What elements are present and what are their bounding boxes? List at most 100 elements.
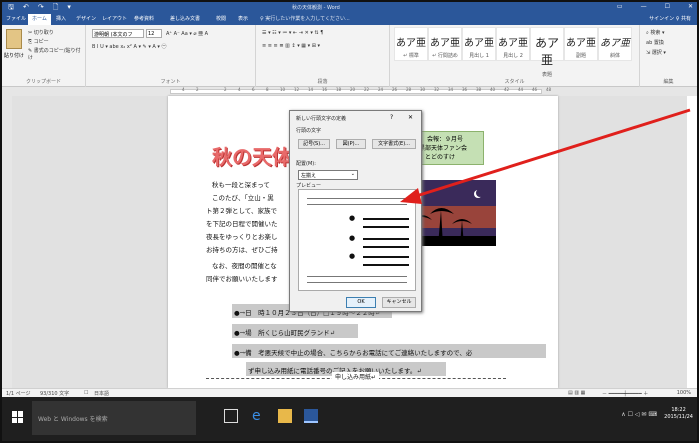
symbol-button[interactable]: 記号(S)... — [298, 139, 330, 149]
moon-shadow — [476, 189, 484, 197]
cut-button[interactable]: ✂ 切り取り — [28, 29, 54, 36]
style-emphasis[interactable]: あア亜 斜体 — [598, 27, 632, 61]
format-painter-button[interactable]: ✎ 書式のコピー/貼り付け — [28, 47, 85, 61]
font-tools-row2[interactable]: B I U ▾ abe x₂ x² A ▾ ✎ ▾ A ▾ ㊀ — [92, 43, 167, 50]
style-no-spacing[interactable]: あア亜 ↵ 行間詰め — [428, 27, 462, 61]
ruler-number: 10 — [280, 87, 286, 92]
status-bar: 1/1 ページ 93/310 文字 ☐ 日本語 ▤ ▥ ▦ － ━━━━━┿━━… — [2, 388, 697, 397]
view-buttons[interactable]: ▤ ▥ ▦ — [568, 390, 585, 396]
tab-home[interactable]: ホーム — [28, 14, 51, 25]
close-window-icon[interactable]: ✕ — [688, 3, 693, 10]
task-view-icon[interactable] — [224, 409, 238, 423]
style-name: 見出し 2 — [503, 53, 523, 59]
font-name-box[interactable]: 游明朝 (本文のフ — [92, 29, 144, 38]
preview-line — [307, 204, 407, 205]
word-count[interactable]: 93/310 文字 — [40, 390, 69, 397]
tell-me-box[interactable]: ♀ 実行したい作業を入力してください... — [260, 15, 350, 22]
account-share[interactable]: サインイン ♀ 共有 — [649, 15, 691, 22]
paste-label[interactable]: 貼り付け — [4, 52, 24, 59]
font-group: 游明朝 (本文のフ 12 A⁺ A⁻ Aa ▾ ⌀ 亜 A B I U ▾ ab… — [86, 25, 256, 87]
body-line: 同伴でお願いいたします — [206, 275, 278, 283]
paragraph-tools-row2[interactable]: ≡ ≡ ≡ ≣ ▥ ↕ ▾ ▦ ▾ ⊞ ▾ — [262, 43, 320, 49]
tab-file[interactable]: ファイル — [6, 15, 26, 22]
ruler-number: 18 — [336, 87, 342, 92]
ruler-number: 6 — [252, 87, 255, 92]
tab-view[interactable]: 表示 — [238, 15, 248, 22]
ruler-number: 12 — [294, 87, 300, 92]
style-name: 斜体 — [609, 53, 620, 59]
tab-insert[interactable]: 挿入 — [56, 15, 66, 22]
ruler-number: 16 — [322, 87, 328, 92]
ruler-number: 36 — [462, 87, 468, 92]
select-button[interactable]: ⇲ 選択 ▾ — [646, 49, 666, 56]
zoom-level[interactable]: 100% — [677, 390, 691, 396]
edge-browser-icon[interactable]: e — [252, 409, 266, 423]
ruler-number: 30 — [420, 87, 426, 92]
alignment-select[interactable]: 左揃え ⌄ — [298, 170, 358, 180]
replace-button[interactable]: ab 置換 — [646, 39, 664, 46]
help-icon[interactable]: ? — [390, 114, 393, 121]
ruler-number: 34 — [448, 87, 454, 92]
preview-label: プレビュー — [296, 183, 322, 189]
tab-mailings[interactable]: 差し込み文書 — [170, 15, 200, 22]
document-title: 秋の天体 — [212, 145, 292, 169]
body-line: このたび、「立山・黒 — [212, 194, 274, 202]
close-icon[interactable]: ✕ — [408, 114, 413, 121]
paste-icon[interactable] — [6, 29, 22, 49]
font-format-button[interactable]: 文字書式(E)... — [372, 139, 416, 149]
ruler-number: 40 — [490, 87, 496, 92]
tab-references[interactable]: 参考資料 — [134, 15, 154, 22]
style-sample: あア亜 — [464, 38, 494, 49]
system-clock[interactable]: 18:22 2015/11/24 — [664, 407, 693, 421]
cancel-button[interactable]: キャンセル — [382, 297, 416, 308]
paragraph-tools-row1[interactable]: ☰ ▾ ☷ ▾ ≔ ▾ ⇤ ⇥ ✕ ▾ ⇅ ¶ — [262, 30, 323, 36]
preview-bullet-line — [363, 218, 409, 220]
zoom-slider[interactable]: － ━━━━━┿━━━━━ ＋ — [602, 390, 648, 397]
ok-button[interactable]: OK — [346, 297, 376, 308]
preview-box: ● ● ● — [298, 189, 416, 291]
window-title: 秋の天体観測 - Word — [292, 5, 340, 11]
file-explorer-icon[interactable] — [278, 409, 292, 423]
maximize-icon[interactable]: ☐ — [665, 3, 670, 10]
tab-layout[interactable]: レイアウト — [102, 15, 127, 22]
style-sample: あア亜 — [566, 38, 596, 49]
find-button[interactable]: ⌕ 検索 ▾ — [646, 29, 665, 36]
preview-bullet-line — [363, 256, 409, 258]
system-tray-icons[interactable]: ∧ ☐ ◁ ✉ ⌨ — [621, 411, 657, 418]
vertical-ruler — [2, 96, 12, 388]
style-heading2[interactable]: あア亜 見出し 2 — [496, 27, 530, 61]
application-form-label: 申し込み用紙↵ — [332, 372, 380, 381]
windows-start-icon[interactable] — [12, 411, 24, 423]
minimize-icon[interactable]: — — [641, 3, 647, 10]
font-tools-row1[interactable]: A⁺ A⁻ Aa ▾ ⌀ 亜 A — [166, 30, 208, 37]
style-normal[interactable]: あア亜 ↵ 標準 — [394, 27, 428, 61]
bullet-dot-icon: ● — [349, 234, 356, 242]
style-subtitle[interactable]: あア亜 副題 — [564, 27, 598, 61]
copy-button[interactable]: ⎘ コピー — [28, 38, 49, 45]
page-count[interactable]: 1/1 ページ — [6, 390, 31, 397]
tab-design[interactable]: デザイン — [76, 15, 96, 22]
picture-button[interactable]: 図(P)... — [336, 139, 366, 149]
taskbar-search-box[interactable]: Web と Windows を検索 — [32, 401, 196, 435]
language-indicator[interactable]: 日本語 — [94, 390, 109, 397]
ruler-number: 22 — [364, 87, 370, 92]
word-app-icon[interactable] — [304, 409, 318, 423]
style-name: 副題 — [575, 53, 586, 59]
proofing-icon[interactable]: ☐ — [84, 390, 88, 396]
style-title[interactable]: あア亜 表題 — [530, 27, 564, 78]
body-line: ト第２弾として、家族で — [206, 207, 277, 215]
tab-review[interactable]: 校閲 — [216, 15, 226, 22]
font-size-box[interactable]: 12 — [146, 29, 162, 38]
screenshot-frame: 🖫 ↶ ↷ 🗋 ▾ 秋の天体観測 - Word ▭ — ☐ ✕ ファイル ホーム… — [0, 0, 699, 443]
style-sample: あア亜 — [534, 36, 559, 67]
clock-time: 18:22 — [671, 407, 686, 413]
style-heading1[interactable]: あア亜 見出し 1 — [462, 27, 496, 61]
ruler-number: 28 — [406, 87, 412, 92]
ruler-number: 14 — [308, 87, 314, 92]
ruler-number: 4 — [182, 87, 185, 92]
ribbon-display-icon[interactable]: ▭ — [617, 3, 623, 10]
preview-line — [307, 282, 407, 283]
dialog-title: 新しい行頭文字の定義 — [296, 116, 347, 122]
body-line: 秋も一段と深まって — [212, 181, 270, 189]
window-controls: ▭ — ☐ ✕ — [617, 3, 693, 10]
